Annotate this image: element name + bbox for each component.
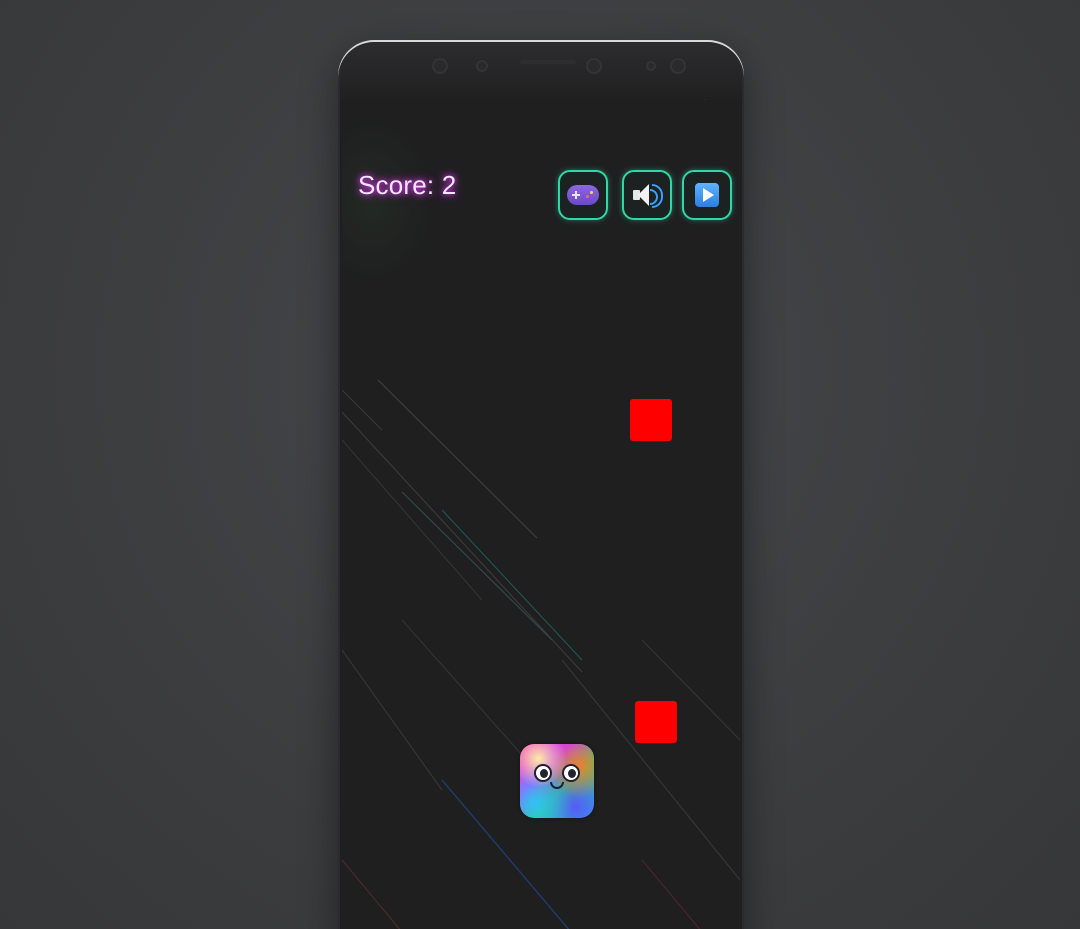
light-sensor-icon	[476, 60, 488, 72]
score-label: Score: 2	[358, 170, 457, 200]
front-camera-icon	[586, 58, 602, 74]
gamepad-icon	[567, 185, 599, 205]
player-character[interactable]	[520, 744, 594, 818]
proximity-sensor-icon	[432, 58, 448, 74]
streak	[401, 491, 553, 641]
play-icon	[695, 183, 719, 207]
streak	[342, 389, 383, 431]
game-stage: ◖ Score: 2	[0, 0, 1080, 929]
speaker-icon	[631, 182, 663, 208]
red-obstacle	[635, 701, 677, 743]
streak	[641, 859, 701, 929]
play-button[interactable]	[682, 170, 732, 220]
smile-icon	[550, 782, 564, 789]
streak	[342, 439, 483, 601]
iris-sensor-icon	[670, 58, 686, 74]
controller-button[interactable]	[558, 170, 608, 220]
streak	[342, 649, 443, 791]
earpiece-speaker	[520, 60, 576, 64]
phone-top-bezel	[340, 44, 742, 100]
camera-flash-icon	[646, 61, 656, 71]
streak	[377, 379, 538, 539]
streak	[342, 859, 401, 929]
game-screen[interactable]: Score: 2	[342, 100, 740, 929]
red-obstacle	[630, 399, 672, 441]
phone-frame: ◖ Score: 2	[340, 44, 742, 929]
streak	[441, 509, 583, 661]
sound-button[interactable]	[622, 170, 672, 220]
streak	[342, 411, 583, 673]
right-eye-icon	[562, 764, 580, 782]
left-eye-icon	[534, 764, 552, 782]
